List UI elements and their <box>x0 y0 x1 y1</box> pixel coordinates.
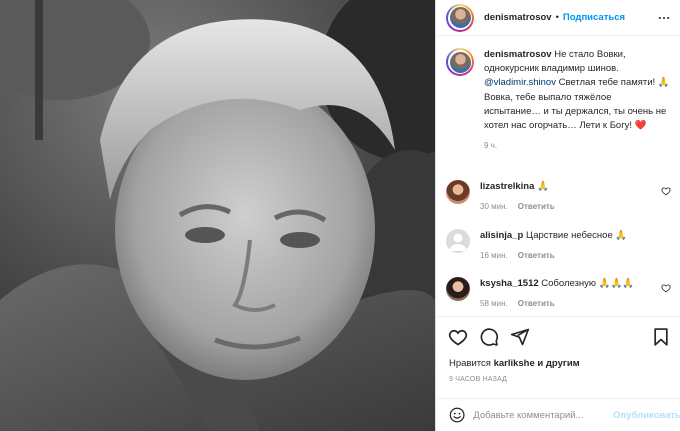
comment-meta: 16 мин. Ответить <box>480 251 650 260</box>
comment-like-icon[interactable] <box>661 283 671 293</box>
comment-icon[interactable] <box>479 327 499 347</box>
post-actions-bar <box>436 316 680 356</box>
publish-button[interactable]: Опубликовать <box>613 410 680 421</box>
author-avatar-inner <box>448 5 472 30</box>
likes-summary: Нравится karlikshe и другим <box>449 358 580 369</box>
likes-others-link[interactable]: и другим <box>537 358 579 369</box>
author-avatar-image <box>449 7 471 28</box>
follow-button[interactable]: Подписаться <box>563 12 625 23</box>
post-header: denismatrosov • Подписаться <box>436 0 680 36</box>
caption-username[interactable]: denismatrosov <box>484 49 552 60</box>
commenter-username[interactable]: lizastrelkina <box>480 181 534 192</box>
comment-item: alisinja_p Царствие небесное 🙏 16 мин. О… <box>446 229 671 260</box>
likes-user-link[interactable]: karlikshe <box>494 358 535 369</box>
post-photo[interactable] <box>0 0 435 431</box>
comment-line: ksysha_1512 Соболезную 🙏🙏🙏 <box>480 277 650 290</box>
caption-avatar-image <box>449 51 471 73</box>
caption-mention-link[interactable]: @vladimir.shinov <box>484 77 556 88</box>
heart-icon[interactable] <box>448 327 468 347</box>
commenter-avatar[interactable] <box>446 229 470 253</box>
post-caption: denismatrosov Не стало Вовки, однокурсни… <box>446 48 671 153</box>
reply-button[interactable]: Ответить <box>518 251 555 260</box>
comment-line: lizastrelkina 🙏 <box>480 180 650 193</box>
instagram-post-view: denismatrosov • Подписаться denismatroso… <box>0 0 680 431</box>
comment-time: 58 мин. <box>480 299 508 308</box>
comment-item: ksysha_1512 Соболезную 🙏🙏🙏 58 мин. Ответ… <box>446 277 671 308</box>
reply-button[interactable]: Ответить <box>518 299 555 308</box>
comment-text: Царствие небесное 🙏 <box>525 230 628 241</box>
commenter-username[interactable]: alisinja_p <box>480 230 523 241</box>
smiley-icon[interactable] <box>449 406 465 424</box>
author-avatar[interactable] <box>446 3 474 32</box>
commenter-username[interactable]: ksysha_1512 <box>480 278 539 289</box>
share-icon[interactable] <box>510 327 530 347</box>
caption-text-block: denismatrosov Не стало Вовки, однокурсни… <box>484 48 671 153</box>
comment-time: 16 мин. <box>480 251 508 260</box>
author-username[interactable]: denismatrosov <box>484 12 552 23</box>
more-horizontal-icon[interactable] <box>657 11 671 25</box>
comment-body: lizastrelkina 🙏 30 мин. Ответить <box>480 180 650 211</box>
likes-prefix: Нравится <box>449 358 491 369</box>
comment-body: ksysha_1512 Соболезную 🙏🙏🙏 58 мин. Ответ… <box>480 277 650 308</box>
comment-item: lizastrelkina 🙏 30 мин. Ответить <box>446 180 671 211</box>
header-separator: • <box>555 12 559 23</box>
comment-time: 30 мин. <box>480 202 508 211</box>
comment-meta: 58 мин. Ответить <box>480 299 650 308</box>
caption-time: 9 ч. <box>484 141 498 151</box>
comment-like-icon[interactable] <box>661 186 671 196</box>
post-timestamp[interactable]: 9 ЧАСОВ НАЗАД <box>449 376 507 383</box>
commenter-avatar[interactable] <box>446 277 470 301</box>
comment-meta: 30 мин. Ответить <box>480 202 650 211</box>
bookmark-icon[interactable] <box>651 327 671 347</box>
default-avatar-icon <box>449 233 467 251</box>
comment-line: alisinja_p Царствие небесное 🙏 <box>480 229 650 242</box>
caption-body: denismatrosov Не стало Вовки, однокурсни… <box>484 48 671 133</box>
comment-input[interactable] <box>473 409 610 421</box>
post-details-panel: denismatrosov • Подписаться denismatroso… <box>435 0 680 431</box>
reply-button[interactable]: Ответить <box>518 202 555 211</box>
comment-text: 🙏 <box>537 181 549 192</box>
caption-avatar[interactable] <box>446 48 474 76</box>
comment-text: Соболезную 🙏🙏🙏 <box>541 278 635 289</box>
commenter-avatar[interactable] <box>446 180 470 204</box>
add-comment-bar: Опубликовать <box>436 398 680 431</box>
comment-body: alisinja_p Царствие небесное 🙏 16 мин. О… <box>480 229 650 260</box>
caption-avatar-inner <box>448 50 472 74</box>
